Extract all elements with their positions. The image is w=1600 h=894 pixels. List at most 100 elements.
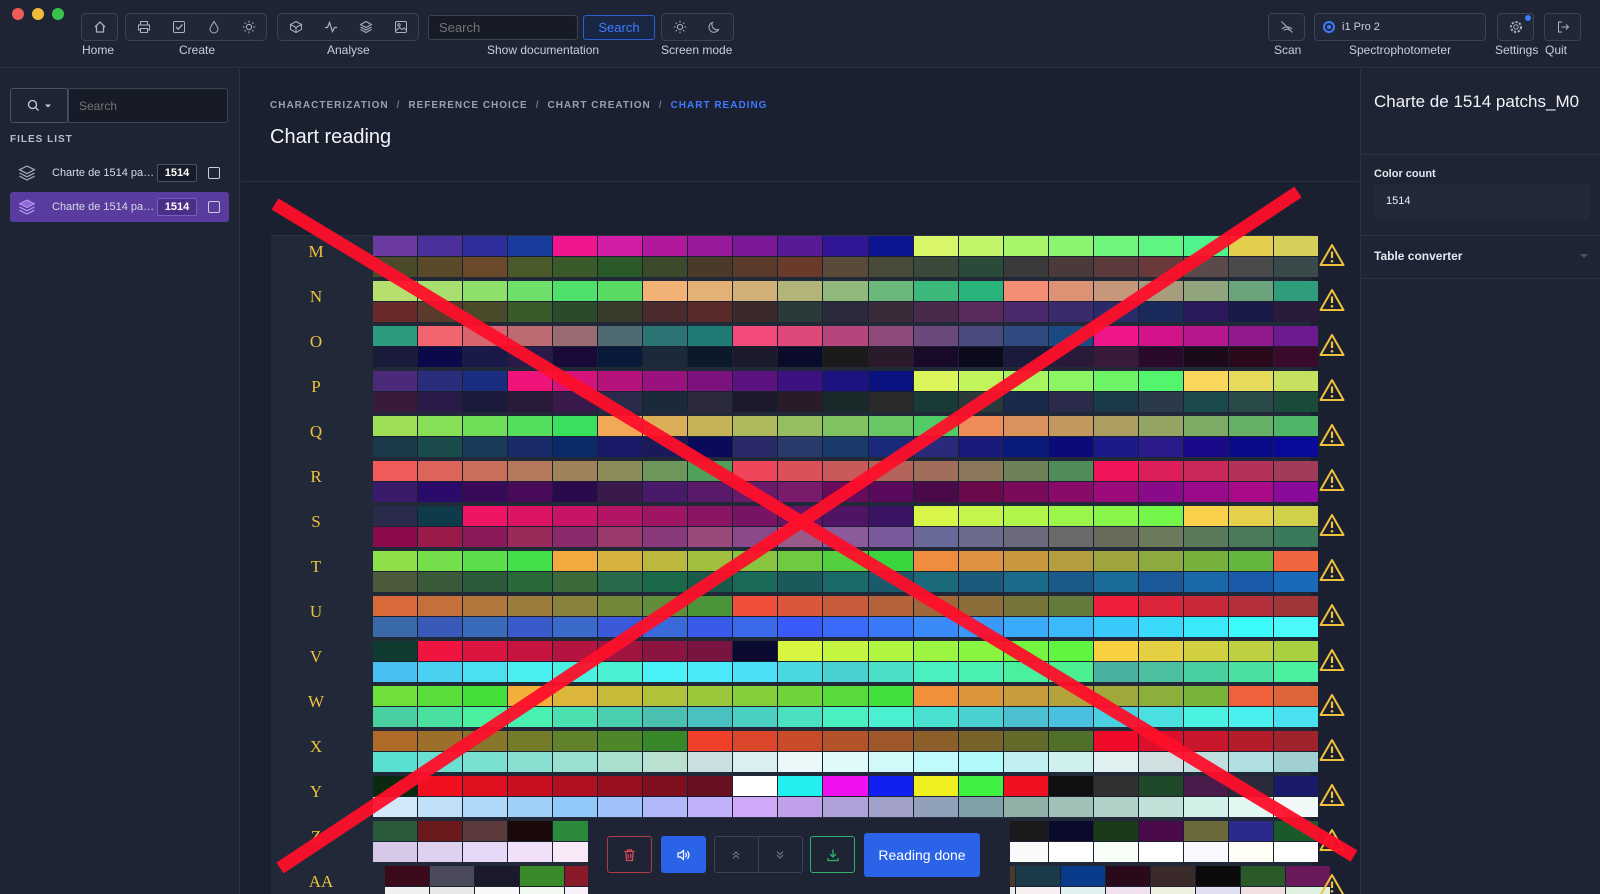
color-patch[interactable] xyxy=(598,482,643,502)
color-patch[interactable] xyxy=(868,302,913,322)
color-patch[interactable] xyxy=(778,347,823,367)
color-patch[interactable] xyxy=(1003,551,1048,571)
color-patch[interactable] xyxy=(598,686,643,706)
color-patch[interactable] xyxy=(778,572,823,592)
color-patch[interactable] xyxy=(463,461,508,481)
move-up-button[interactable] xyxy=(715,837,759,872)
color-patch[interactable] xyxy=(913,596,958,616)
color-patch[interactable] xyxy=(868,797,913,817)
color-patch[interactable] xyxy=(643,236,688,256)
color-patch[interactable] xyxy=(823,731,868,751)
color-patch[interactable] xyxy=(463,506,508,526)
color-patch[interactable] xyxy=(913,752,958,772)
color-patch[interactable] xyxy=(553,392,598,412)
color-patch[interactable] xyxy=(1003,437,1048,457)
color-patch[interactable] xyxy=(385,866,430,886)
color-patch[interactable] xyxy=(1048,416,1093,436)
color-patch[interactable] xyxy=(418,752,463,772)
color-patch[interactable] xyxy=(418,302,463,322)
color-patch[interactable] xyxy=(1273,482,1318,502)
color-patch[interactable] xyxy=(823,707,868,727)
color-patch[interactable] xyxy=(643,686,688,706)
warning-icon[interactable] xyxy=(1319,468,1345,492)
color-patch[interactable] xyxy=(418,437,463,457)
color-patch[interactable] xyxy=(1183,662,1228,682)
color-patch[interactable] xyxy=(1228,347,1273,367)
color-patch[interactable] xyxy=(958,482,1003,502)
color-patch[interactable] xyxy=(508,257,553,277)
color-patch[interactable] xyxy=(1048,596,1093,616)
color-patch[interactable] xyxy=(823,617,868,637)
color-patch[interactable] xyxy=(733,281,778,301)
color-patch[interactable] xyxy=(733,371,778,391)
color-patch[interactable] xyxy=(1273,461,1318,481)
color-patch[interactable] xyxy=(553,347,598,367)
color-patch[interactable] xyxy=(958,236,1003,256)
color-patch[interactable] xyxy=(733,797,778,817)
color-patch[interactable] xyxy=(733,257,778,277)
color-patch[interactable] xyxy=(688,482,733,502)
color-patch[interactable] xyxy=(373,257,418,277)
color-patch[interactable] xyxy=(598,572,643,592)
color-patch[interactable] xyxy=(913,797,958,817)
color-patch[interactable] xyxy=(913,506,958,526)
color-patch[interactable] xyxy=(1093,617,1138,637)
color-patch[interactable] xyxy=(1015,887,1060,894)
patch-row[interactable] xyxy=(373,776,1318,817)
warning-icon[interactable] xyxy=(1319,783,1345,807)
color-patch[interactable] xyxy=(958,596,1003,616)
search-filter-button[interactable] xyxy=(10,88,68,123)
analyse-3d-button[interactable] xyxy=(278,14,313,40)
color-patch[interactable] xyxy=(553,776,598,796)
color-patch[interactable] xyxy=(475,866,520,886)
print-button[interactable] xyxy=(126,14,161,40)
color-patch[interactable] xyxy=(463,482,508,502)
color-patch[interactable] xyxy=(778,461,823,481)
color-patch[interactable] xyxy=(958,752,1003,772)
color-patch[interactable] xyxy=(1003,731,1048,751)
analyse-image-button[interactable] xyxy=(383,14,418,40)
color-patch[interactable] xyxy=(463,617,508,637)
color-patch[interactable] xyxy=(1183,596,1228,616)
color-patch[interactable] xyxy=(1273,776,1318,796)
color-patch[interactable] xyxy=(1183,236,1228,256)
color-patch[interactable] xyxy=(1273,821,1318,841)
color-patch[interactable] xyxy=(418,482,463,502)
color-patch[interactable] xyxy=(1228,551,1273,571)
file-item-active[interactable]: Charte de 1514 patchs_M0 1514 xyxy=(10,192,229,222)
color-patch[interactable] xyxy=(823,596,868,616)
color-patch[interactable] xyxy=(688,596,733,616)
color-patch[interactable] xyxy=(1048,572,1093,592)
color-patch[interactable] xyxy=(373,302,418,322)
color-patch[interactable] xyxy=(1228,821,1273,841)
color-patch[interactable] xyxy=(1093,302,1138,322)
color-patch[interactable] xyxy=(778,731,823,751)
color-patch[interactable] xyxy=(1228,641,1273,661)
color-patch[interactable] xyxy=(643,617,688,637)
color-patch[interactable] xyxy=(778,371,823,391)
color-patch[interactable] xyxy=(913,326,958,346)
color-patch[interactable] xyxy=(418,842,463,862)
patch-row[interactable] xyxy=(373,641,1318,682)
color-patch[interactable] xyxy=(688,437,733,457)
color-patch[interactable] xyxy=(1228,731,1273,751)
color-patch[interactable] xyxy=(418,236,463,256)
color-patch[interactable] xyxy=(373,482,418,502)
breadcrumb-reference-choice[interactable]: REFERENCE CHOICE xyxy=(408,100,527,111)
color-patch[interactable] xyxy=(688,797,733,817)
color-patch[interactable] xyxy=(1093,572,1138,592)
color-patch[interactable] xyxy=(1048,776,1093,796)
color-patch[interactable] xyxy=(643,797,688,817)
patch-row[interactable] xyxy=(373,326,1318,367)
color-patch[interactable] xyxy=(418,641,463,661)
color-patch[interactable] xyxy=(553,707,598,727)
patch-row[interactable] xyxy=(373,461,1318,502)
color-patch[interactable] xyxy=(1228,776,1273,796)
warning-icon[interactable] xyxy=(1319,603,1345,627)
color-patch[interactable] xyxy=(823,461,868,481)
warning-icon[interactable] xyxy=(1319,333,1345,357)
color-patch[interactable] xyxy=(913,527,958,547)
color-patch[interactable] xyxy=(643,482,688,502)
color-patch[interactable] xyxy=(823,281,868,301)
analyse-graph-button[interactable] xyxy=(313,14,348,40)
